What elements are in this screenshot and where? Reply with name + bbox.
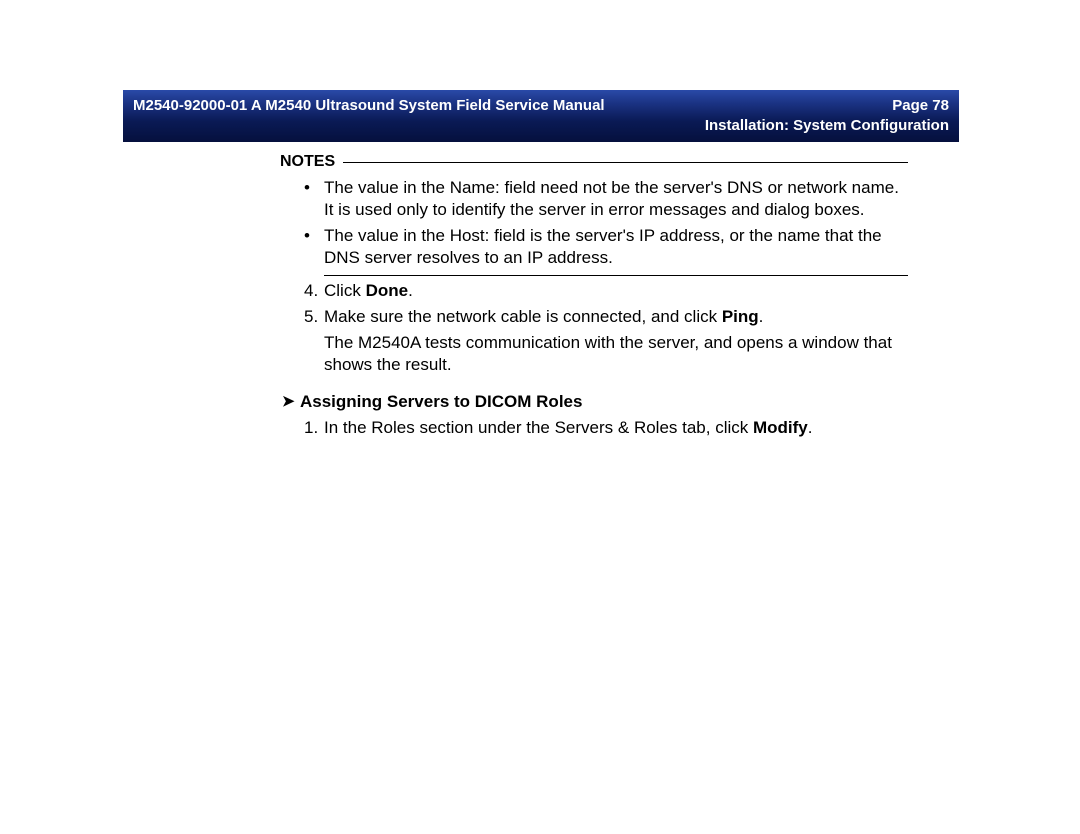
text-fragment: . bbox=[759, 307, 764, 326]
page-number: Page 78 bbox=[892, 96, 949, 116]
doc-title: M2540-92000-01 A M2540 Ultrasound System… bbox=[133, 96, 605, 116]
text-fragment: Make sure the network cable is connected… bbox=[324, 307, 722, 326]
bullet-icon: • bbox=[304, 225, 324, 269]
note-text: The value in the Name: field need not be… bbox=[324, 177, 908, 221]
step-number: 5. bbox=[304, 306, 324, 328]
list-item: 1. In the Roles section under the Server… bbox=[282, 417, 908, 439]
list-item: • The value in the Host: field is the se… bbox=[282, 225, 908, 269]
page-body: NOTES • The value in the Name: field nee… bbox=[282, 152, 908, 443]
step-text: Click Done. bbox=[324, 280, 908, 302]
heading-rule bbox=[343, 162, 908, 163]
step-continuation: The M2540A tests communication with the … bbox=[282, 332, 908, 376]
document-page: M2540-92000-01 A M2540 Ultrasound System… bbox=[0, 0, 1080, 834]
list-item: • The value in the Name: field need not … bbox=[282, 177, 908, 221]
step-text: In the Roles section under the Servers &… bbox=[324, 417, 908, 439]
text-fragment: . bbox=[808, 418, 813, 437]
list-item: 5. Make sure the network cable is connec… bbox=[282, 306, 908, 328]
step-text: Make sure the network cable is connected… bbox=[324, 306, 908, 328]
notes-list: • The value in the Name: field need not … bbox=[282, 177, 908, 269]
subsection-heading: ➤ Assigning Servers to DICOM Roles bbox=[282, 391, 908, 413]
subsection-steps-list: 1. In the Roles section under the Server… bbox=[282, 417, 908, 439]
text-fragment: . bbox=[408, 281, 413, 300]
subsection-title: Assigning Servers to DICOM Roles bbox=[300, 391, 582, 413]
page-header-banner: M2540-92000-01 A M2540 Ultrasound System… bbox=[123, 90, 959, 142]
text-fragment: Click bbox=[324, 281, 366, 300]
text-fragment: In the Roles section under the Servers &… bbox=[324, 418, 753, 437]
banner-row-1: M2540-92000-01 A M2540 Ultrasound System… bbox=[133, 96, 949, 116]
list-item: 4. Click Done. bbox=[282, 280, 908, 302]
step-number: 4. bbox=[304, 280, 324, 302]
notes-heading-text: NOTES bbox=[280, 152, 335, 173]
section-breadcrumb: Installation: System Configuration bbox=[705, 117, 949, 134]
bold-term: Done bbox=[366, 281, 409, 300]
note-text: The value in the Host: field is the serv… bbox=[324, 225, 908, 269]
arrow-icon: ➤ bbox=[282, 392, 300, 412]
bold-term: Ping bbox=[722, 307, 759, 326]
bullet-icon: • bbox=[304, 177, 324, 221]
notes-end-rule bbox=[324, 275, 908, 276]
banner-row-2: Installation: System Configuration bbox=[133, 116, 949, 136]
bold-term: Modify bbox=[753, 418, 808, 437]
notes-heading: NOTES bbox=[280, 152, 908, 173]
steps-list: 4. Click Done. 5. Make sure the network … bbox=[282, 280, 908, 376]
step-number: 1. bbox=[304, 417, 324, 439]
